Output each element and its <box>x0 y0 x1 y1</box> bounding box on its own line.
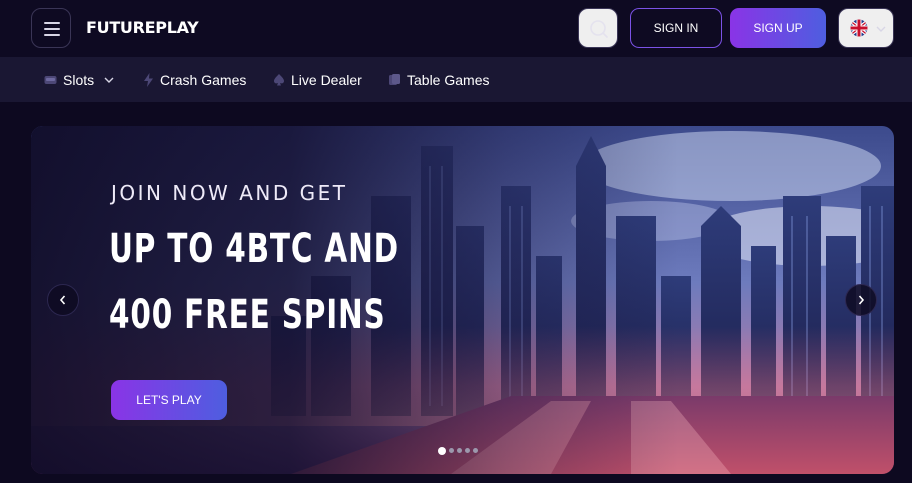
prev-slide-button[interactable] <box>47 284 79 316</box>
nav-label: Live Dealer <box>291 71 362 88</box>
menu-icon <box>44 22 60 24</box>
slide-dot-4[interactable] <box>465 448 470 453</box>
language-selector[interactable] <box>838 8 894 48</box>
hero-title-line-2: 400 FREE SPINS <box>109 292 386 338</box>
hero-subtitle: JOIN NOW AND GET <box>111 181 348 205</box>
menu-button[interactable] <box>31 8 71 48</box>
slide-dot-5[interactable] <box>473 448 478 453</box>
slot-machine-icon <box>44 75 57 84</box>
nav-label: Crash Games <box>160 71 247 88</box>
cards-icon <box>389 74 400 85</box>
spade-icon <box>274 74 284 86</box>
sign-up-button[interactable]: SIGN UP <box>730 8 826 48</box>
hero-title-line-1: UP TO 4BTC AND <box>109 226 399 272</box>
chevron-down-icon <box>104 77 114 83</box>
nav-label: Slots <box>63 71 95 88</box>
search-icon <box>590 20 608 38</box>
category-nav: Slots Crash Games Live Dealer Table Game… <box>0 57 912 102</box>
next-slide-button[interactable] <box>845 284 877 316</box>
nav-item-live-dealer[interactable]: Live Dealer <box>273 57 362 102</box>
sign-in-button[interactable]: SIGN IN <box>630 8 722 48</box>
chevron-down-icon <box>876 26 886 32</box>
nav-item-crash-games[interactable]: Crash Games <box>143 57 246 102</box>
chevron-left-icon <box>59 295 66 305</box>
uk-flag-icon <box>850 19 868 37</box>
hero-section: JOIN NOW AND GET UP TO 4BTC AND 400 FREE… <box>0 102 912 483</box>
slide-dot-3[interactable] <box>457 448 462 453</box>
slide-dot-1[interactable] <box>438 447 446 455</box>
search-button[interactable] <box>578 8 618 48</box>
promo-banner: JOIN NOW AND GET UP TO 4BTC AND 400 FREE… <box>31 126 894 474</box>
nav-item-slots[interactable]: Slots <box>44 57 114 102</box>
lightning-icon <box>144 72 153 87</box>
lets-play-button[interactable]: LET'S PLAY <box>111 380 227 420</box>
nav-label: Table Games <box>407 71 490 88</box>
chevron-right-icon <box>858 295 865 305</box>
slide-dot-2[interactable] <box>449 448 454 453</box>
top-header: FUTUREPLAY SIGN IN SIGN UP <box>0 0 912 57</box>
site-logo[interactable]: FUTUREPLAY <box>86 18 199 37</box>
slide-indicators <box>438 447 478 455</box>
nav-item-table-games[interactable]: Table Games <box>388 57 489 102</box>
